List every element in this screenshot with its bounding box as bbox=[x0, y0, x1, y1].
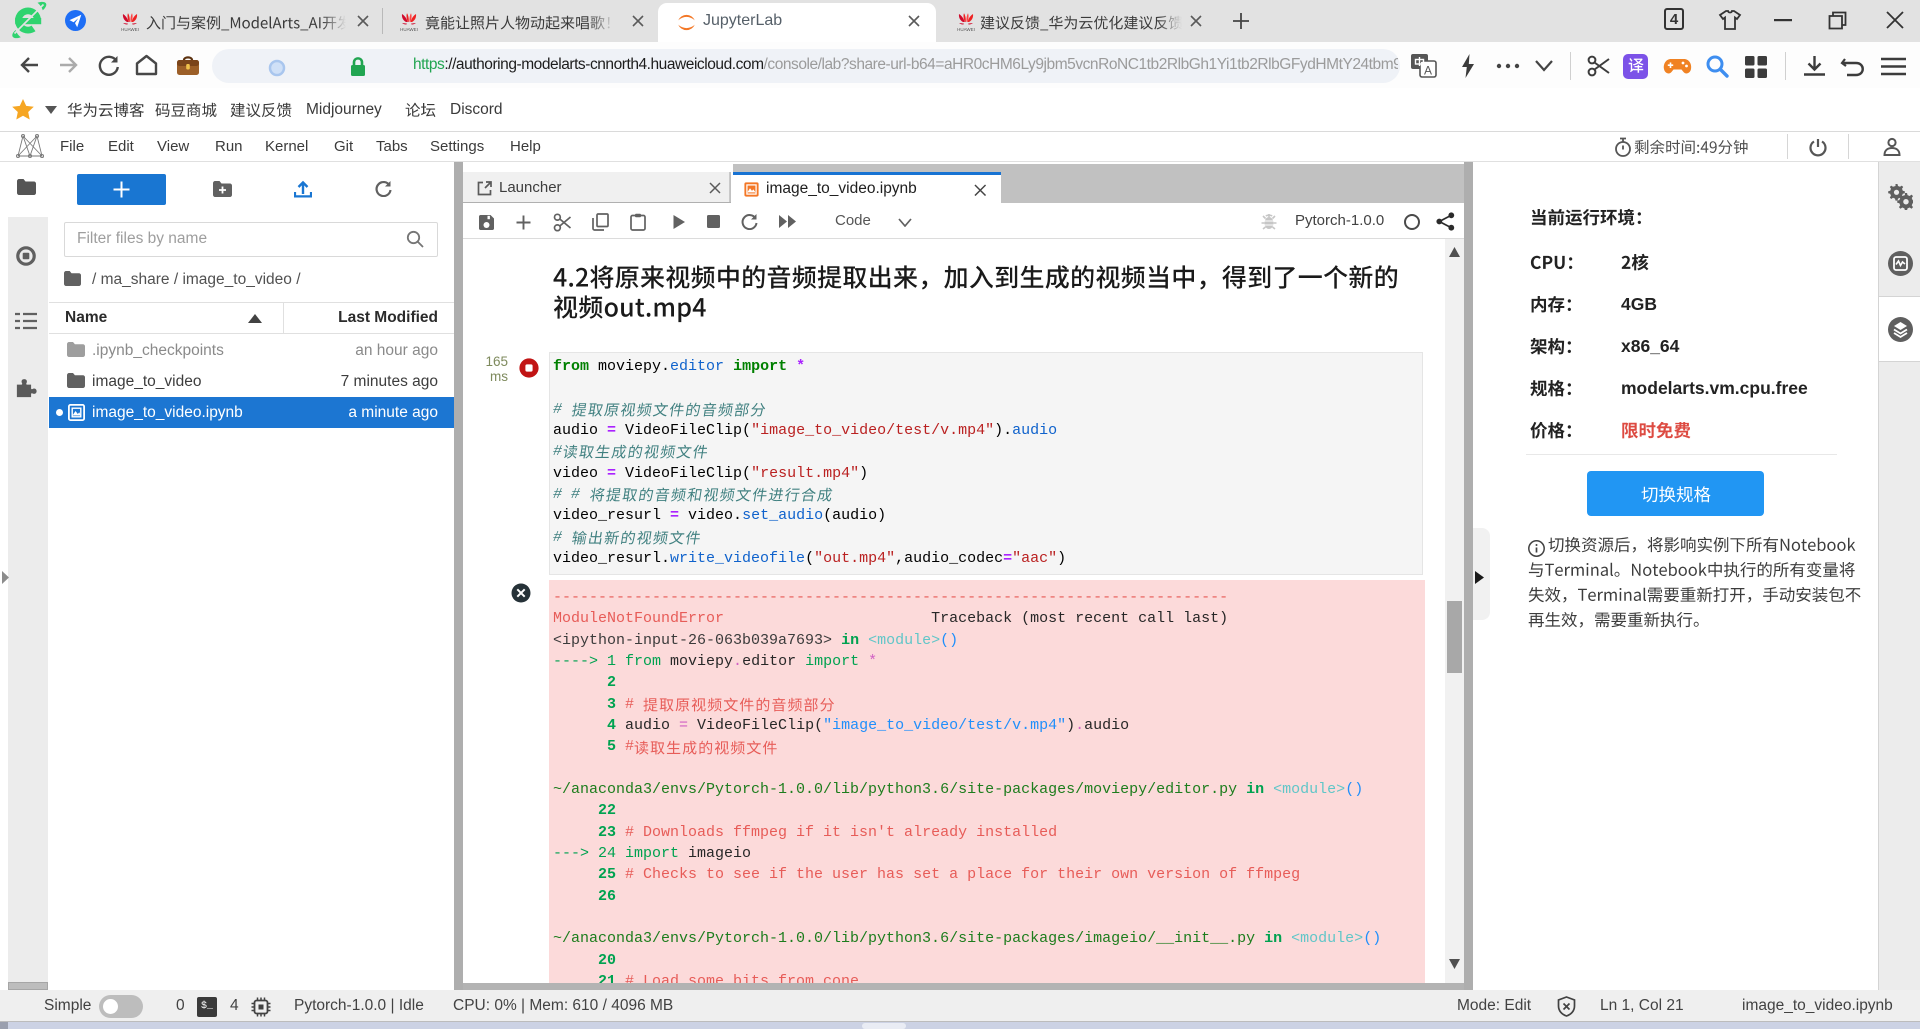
svg-text:A: A bbox=[1424, 64, 1432, 78]
svg-text:HUAWEI: HUAWEI bbox=[400, 27, 418, 32]
svg-text:HUAWEI: HUAWEI bbox=[957, 27, 975, 32]
svg-text:HUAWEI: HUAWEI bbox=[121, 27, 139, 32]
